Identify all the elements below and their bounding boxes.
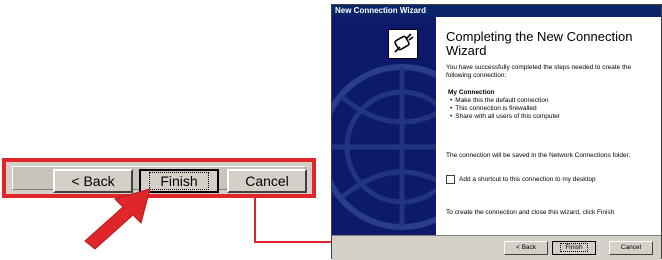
shortcut-checkbox[interactable] [446,175,455,184]
back-button[interactable]: < Back [504,241,548,255]
wizard-content: Completing the New Connection Wizard You… [436,17,661,235]
back-label: < Back [515,244,537,251]
globe-watermark-icon [332,64,436,230]
detail-item: Share with all users of this computer [448,113,658,121]
connection-name: My Connection [448,89,495,96]
saved-note: The connection will be saved in the Netw… [446,152,631,159]
connection-details: Make this the default connection This co… [448,97,658,121]
wizard-intro: You have successfully completed the step… [446,64,632,79]
detail-item: Make this the default connection [448,97,658,105]
cancel-button[interactable]: Cancel [609,241,653,255]
zoomed-cancel-button[interactable]: Cancel [227,169,307,193]
detail-item: This connection is firewalled [448,105,658,113]
shortcut-option[interactable]: Add a shortcut to this connection to my … [446,175,596,184]
shortcut-label: Add a shortcut to this connection to my … [459,176,596,183]
zoomed-cancel-label: Cancel [245,173,289,189]
finish-label: Finish [560,243,588,252]
network-plug-icon [388,29,418,59]
finish-button[interactable]: Finish [552,241,596,255]
connection-summary: My Connection Make this the default conn… [448,89,658,121]
red-arrow-icon [84,188,151,250]
window-titlebar: New Connection Wizard [332,5,661,17]
new-connection-wizard-window: New Connection Wizard Completing the New… [331,4,662,260]
wizard-heading: Completing the New Connection Wizard [446,29,633,58]
wizard-side-panel [332,17,436,235]
wizard-button-bar: < Back Finish Cancel [332,235,661,260]
cancel-label: Cancel [620,244,642,251]
closing-note: To create the connection and close this … [446,209,615,216]
